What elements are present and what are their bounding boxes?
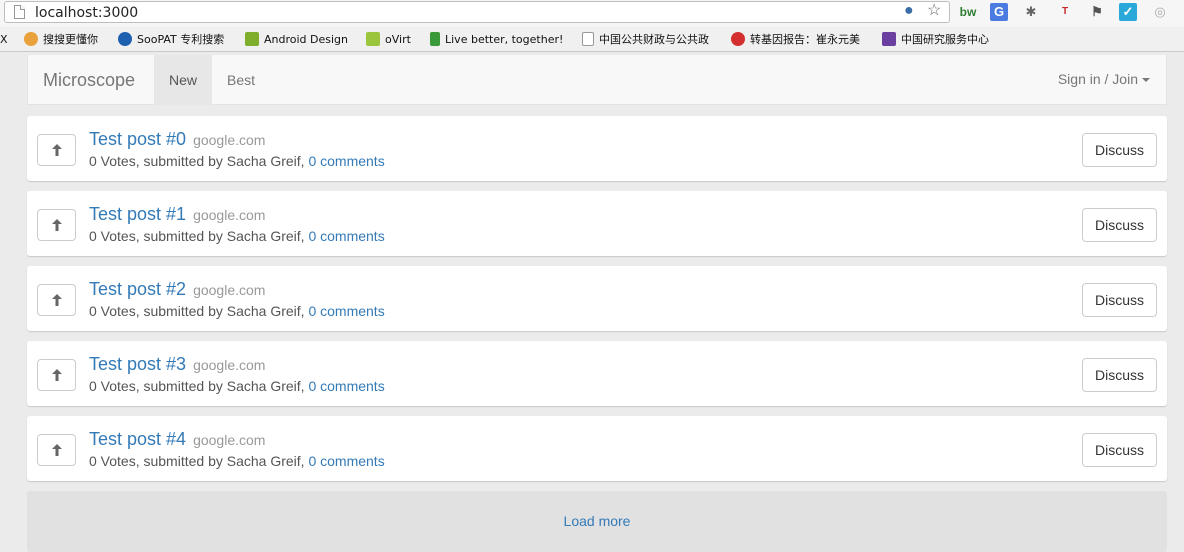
tab-best[interactable]: Best [212, 55, 270, 105]
comments-link[interactable]: 0 comments [308, 153, 384, 169]
address-bar[interactable]: localhost:3000 [4, 1, 950, 23]
sign-in-dropdown[interactable]: Sign in / Join [1058, 71, 1150, 87]
post-title: Test post #2 google.com [89, 279, 265, 300]
sign-in-label: Sign in / Join [1057, 71, 1138, 87]
extension-t-icon[interactable]: T [1056, 3, 1074, 21]
post-meta-text: 0 Votes, submitted by Sacha Greif, [89, 228, 305, 244]
post-meta: 0 Votes, submitted by Sacha Greif, 0 com… [89, 228, 385, 244]
discuss-button[interactable]: Discuss [1082, 283, 1157, 317]
bookmarks-bar: X 搜搜更懂你 SooPAT 专利搜索 Android Design oVirt… [0, 27, 1184, 52]
post-title: Test post #4 google.com [89, 429, 265, 450]
post-meta: 0 Votes, submitted by Sacha Greif, 0 com… [89, 303, 385, 319]
bookmark-item[interactable]: oVirt [366, 32, 411, 48]
brand-logo[interactable]: Microscope [43, 70, 135, 91]
translate-icon[interactable]: ● [904, 3, 914, 19]
upvote-button[interactable] [37, 134, 76, 166]
bookmark-item[interactable]: 转基因报告：崔永元美 [731, 32, 866, 48]
bookmark-star-icon[interactable]: ☆ [927, 3, 941, 19]
arrow-up-icon [52, 369, 62, 381]
post-title: Test post #1 google.com [89, 204, 265, 225]
upvote-button[interactable] [37, 359, 76, 391]
post-meta-text: 0 Votes, submitted by Sacha Greif, [89, 303, 305, 319]
arrow-up-icon [52, 144, 62, 156]
post-title-link[interactable]: Test post #0 [89, 129, 186, 149]
upvote-button[interactable] [37, 209, 76, 241]
extension-bw-icon[interactable]: bw [957, 3, 979, 21]
post-meta-text: 0 Votes, submitted by Sacha Greif, [89, 453, 305, 469]
discuss-button[interactable]: Discuss [1082, 358, 1157, 392]
video-icon [731, 32, 745, 46]
ovirt-icon [366, 32, 380, 46]
tab-new[interactable]: New [154, 55, 212, 105]
post-title-link[interactable]: Test post #2 [89, 279, 186, 299]
post-item: Test post #1 google.com 0 Votes, submitt… [27, 191, 1167, 256]
post-item: Test post #3 google.com 0 Votes, submitt… [27, 341, 1167, 406]
soopat-icon [118, 32, 132, 46]
page-icon [582, 32, 594, 46]
post-meta-text: 0 Votes, submitted by Sacha Greif, [89, 153, 305, 169]
post-domain: google.com [193, 132, 266, 148]
post-meta: 0 Votes, submitted by Sacha Greif, 0 com… [89, 153, 385, 169]
comments-link[interactable]: 0 comments [308, 228, 384, 244]
comments-link[interactable]: 0 comments [308, 453, 384, 469]
navbar: Microscope New Best Sign in / Join [27, 55, 1167, 105]
post-title-link[interactable]: Test post #1 [89, 204, 186, 224]
globe-icon[interactable]: ◎ [1151, 3, 1169, 21]
upvote-button[interactable] [37, 434, 76, 466]
bookmark-item[interactable]: 搜搜更懂你 [24, 32, 98, 48]
android-design-icon [245, 32, 259, 46]
browser-toolbar: localhost:3000 ● ☆ bw G ✱ T ⚑ ✓ ◎ [0, 0, 1184, 27]
check-extension-icon[interactable]: ✓ [1119, 3, 1137, 21]
caret-down-icon [1142, 78, 1150, 83]
bookmark-item[interactable]: Live better, together! [430, 32, 563, 48]
discuss-button[interactable]: Discuss [1082, 208, 1157, 242]
post-domain: google.com [193, 357, 266, 373]
usc-icon [882, 32, 896, 46]
bookmark-item[interactable]: SooPAT 专利搜索 [118, 32, 224, 48]
bookmark-item[interactable]: 中国公共财政与公共政 [582, 32, 715, 48]
bookmark-item[interactable]: Android Design [245, 32, 348, 48]
arrow-up-icon [52, 219, 62, 231]
post-item: Test post #4 google.com 0 Votes, submitt… [27, 416, 1167, 481]
post-domain: google.com [193, 432, 266, 448]
bookmark-item[interactable]: X [0, 32, 8, 48]
bookmark-item[interactable]: 中国研究服务中心 [882, 32, 989, 48]
post-title: Test post #3 google.com [89, 354, 265, 375]
post-meta: 0 Votes, submitted by Sacha Greif, 0 com… [89, 378, 385, 394]
post-title-link[interactable]: Test post #3 [89, 354, 186, 374]
page-icon [14, 5, 25, 19]
arrow-up-icon [52, 294, 62, 306]
post-meta: 0 Votes, submitted by Sacha Greif, 0 com… [89, 453, 385, 469]
comments-link[interactable]: 0 comments [308, 378, 384, 394]
post-title: Test post #0 google.com [89, 129, 265, 150]
upvote-button[interactable] [37, 284, 76, 316]
comments-link[interactable]: 0 comments [308, 303, 384, 319]
arrow-up-icon [52, 444, 62, 456]
discuss-button[interactable]: Discuss [1082, 133, 1157, 167]
discuss-button[interactable]: Discuss [1082, 433, 1157, 467]
live-better-icon [430, 32, 440, 46]
post-domain: google.com [193, 282, 266, 298]
url-text: localhost:3000 [35, 5, 139, 21]
pin-icon[interactable]: ⚑ [1088, 3, 1106, 21]
post-title-link[interactable]: Test post #4 [89, 429, 186, 449]
load-more-button[interactable]: Load more [27, 491, 1167, 552]
post-domain: google.com [193, 207, 266, 223]
post-meta-text: 0 Votes, submitted by Sacha Greif, [89, 378, 305, 394]
bug-icon[interactable]: ✱ [1022, 3, 1040, 21]
soso-icon [24, 32, 38, 46]
post-item: Test post #2 google.com 0 Votes, submitt… [27, 266, 1167, 331]
post-item: Test post #0 google.com 0 Votes, submitt… [27, 116, 1167, 181]
extension-google-icon[interactable]: G [990, 3, 1008, 21]
